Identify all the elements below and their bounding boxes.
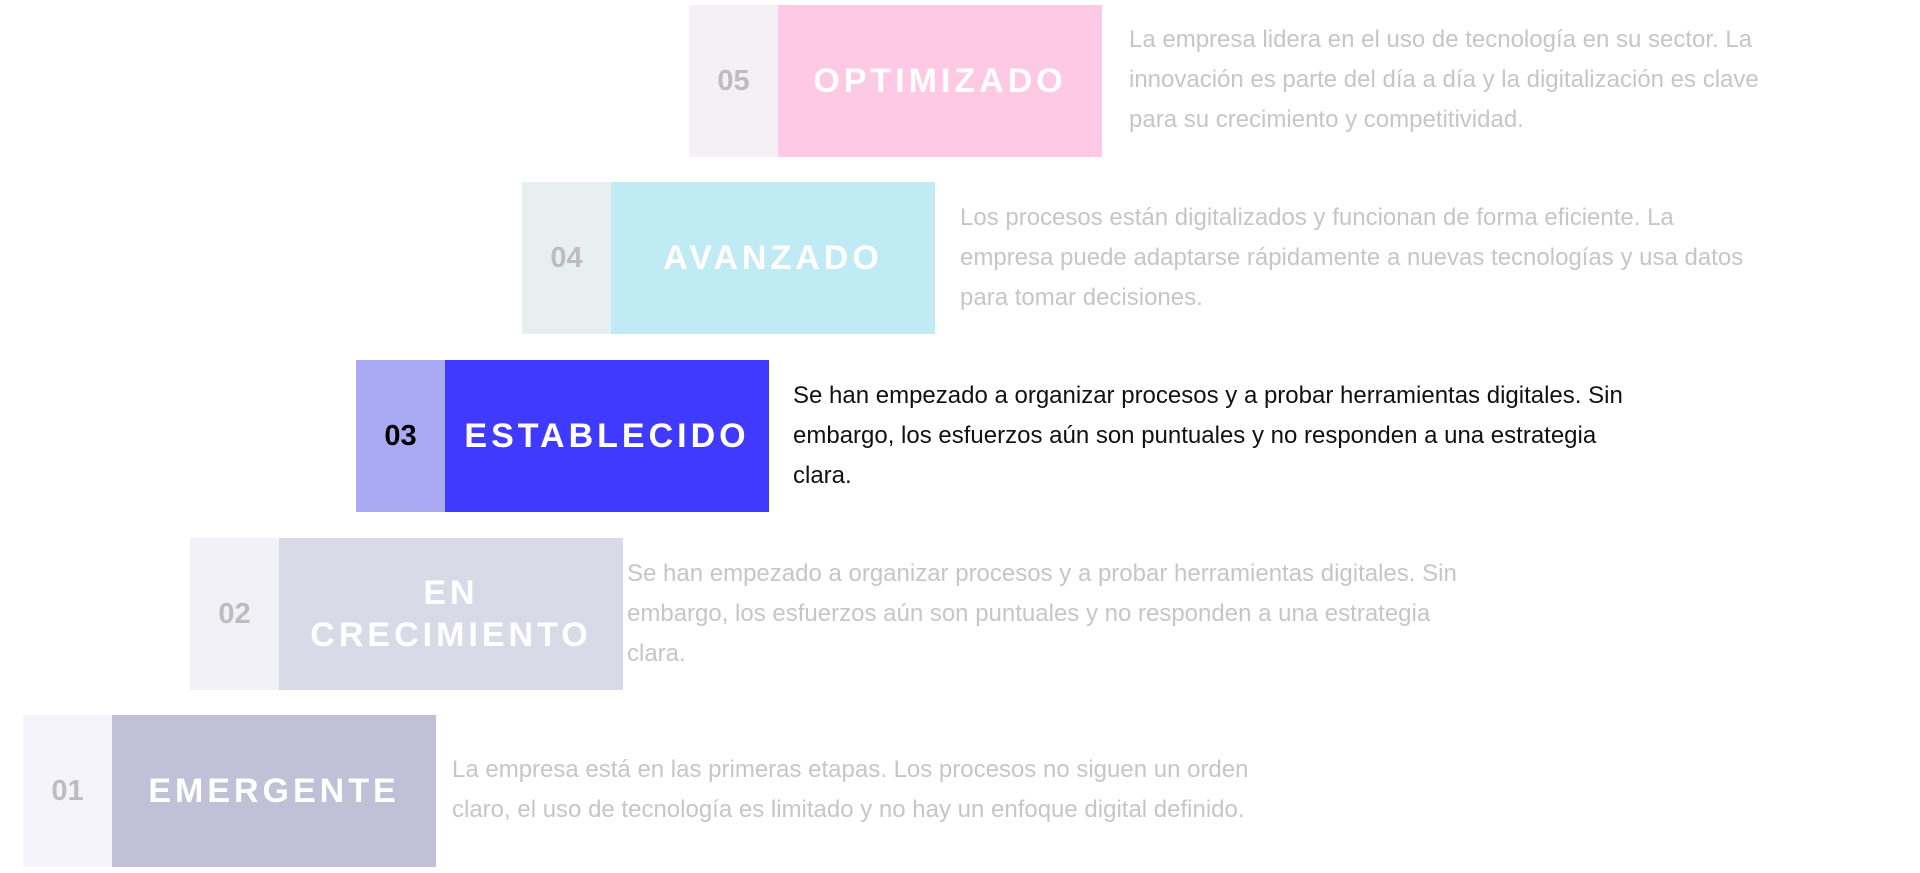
description-line: La empresa está en las primeras etapas. …	[452, 756, 1249, 783]
description-line: claro, el uso de tecnología es limitado …	[452, 796, 1245, 823]
level-description: La empresa lidera en el uso de tecnologí…	[1129, 20, 1759, 140]
level-number: 01	[23, 715, 112, 867]
level-description: Los procesos están digitalizados y funci…	[960, 198, 1743, 318]
description-line: Los procesos están digitalizados y funci…	[960, 204, 1674, 231]
level-number: 04	[522, 182, 611, 334]
description-line: Se han empezado a organizar procesos y a…	[793, 382, 1623, 409]
level-description: Se han empezado a organizar procesos y a…	[627, 554, 1457, 674]
description-line: para tomar decisiones.	[960, 284, 1203, 311]
level-02-block: 02 EN CRECIMIENTO	[190, 538, 623, 690]
level-05-block: 05 OPTIMIZADO	[689, 5, 1102, 157]
level-title: OPTIMIZADO	[778, 5, 1102, 157]
description-line: clara.	[627, 640, 686, 667]
level-04-block: 04 AVANZADO	[522, 182, 935, 334]
level-number: 05	[689, 5, 778, 157]
level-description: Se han empezado a organizar procesos y a…	[793, 376, 1623, 496]
level-title: EMERGENTE	[112, 715, 436, 867]
level-title: ESTABLECIDO	[445, 360, 769, 512]
level-title: EN CRECIMIENTO	[279, 538, 623, 690]
level-title: AVANZADO	[611, 182, 935, 334]
description-line: embargo, los esfuerzos aún son puntuales…	[627, 600, 1431, 627]
description-line: para su crecimiento y competitividad.	[1129, 106, 1524, 133]
level-number: 02	[190, 538, 279, 690]
description-line: clara.	[793, 462, 852, 489]
level-03-block: 03 ESTABLECIDO	[356, 360, 769, 512]
description-line: embargo, los esfuerzos aún son puntuales…	[793, 422, 1597, 449]
description-line: La empresa lidera en el uso de tecnologí…	[1129, 26, 1753, 53]
description-line: innovación es parte del día a día y la d…	[1129, 66, 1759, 93]
level-01-block: 01 EMERGENTE	[23, 715, 436, 867]
description-line: Se han empezado a organizar procesos y a…	[627, 560, 1457, 587]
level-number: 03	[356, 360, 445, 512]
level-description: La empresa está en las primeras etapas. …	[452, 750, 1248, 830]
description-line: empresa puede adaptarse rápidamente a nu…	[960, 244, 1744, 271]
